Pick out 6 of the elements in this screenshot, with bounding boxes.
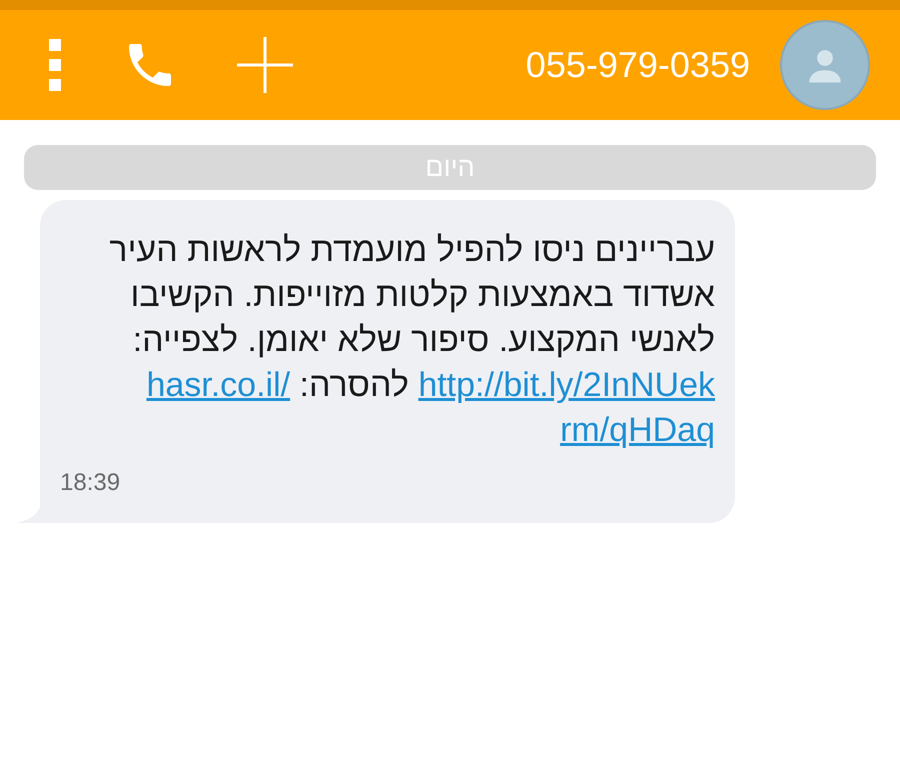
- contact-number: 055-979-0359: [526, 43, 750, 87]
- message-link[interactable]: hasr.co.il/: [146, 366, 290, 404]
- message-link[interactable]: http://bit.ly/2InNUek: [418, 366, 715, 404]
- message-link[interactable]: rm/qHDaq: [560, 411, 715, 449]
- message-time: 18:39: [60, 468, 120, 498]
- add-icon[interactable]: [235, 35, 295, 95]
